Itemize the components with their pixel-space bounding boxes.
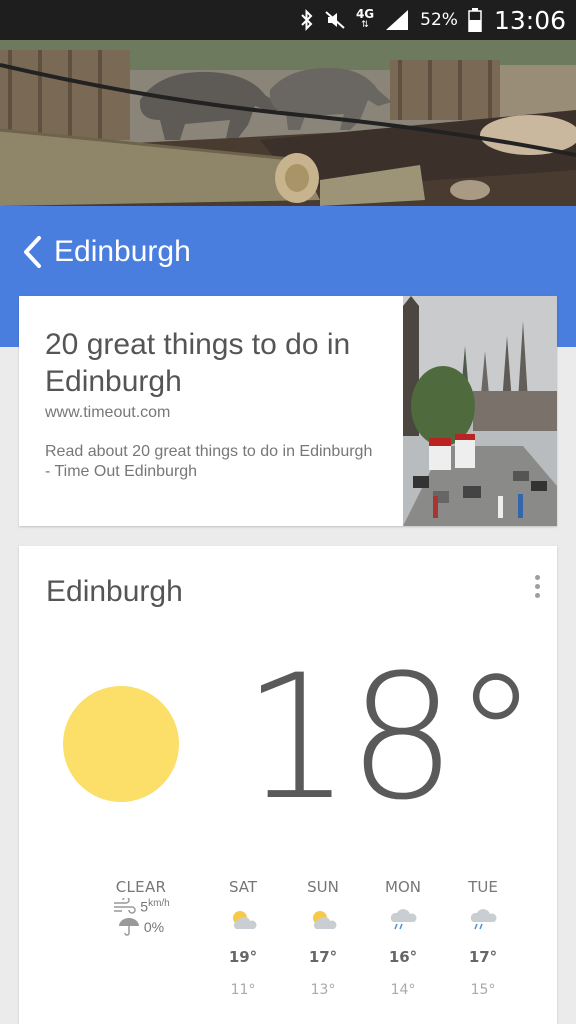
more-dot-icon	[534, 592, 540, 598]
forecast-day: TUE 17° 15°	[453, 878, 513, 998]
current-temperature: 18°	[242, 637, 539, 838]
weather-city: Edinburgh	[46, 575, 183, 608]
forecast-day: SUN 17° 13°	[293, 878, 353, 998]
signal-icon	[384, 9, 410, 31]
more-dot-icon	[534, 583, 540, 589]
clock: 13:06	[493, 5, 566, 35]
article-url: www.timeout.com	[45, 404, 171, 421]
article-description: Read about 20 great things to do in Edin…	[45, 443, 373, 480]
header-photo	[0, 40, 576, 206]
article-card[interactable]: 20 great things to do in Edinburgh www.t…	[19, 296, 557, 526]
precipitation: 0%	[99, 917, 183, 937]
wind-icon	[114, 898, 136, 915]
partly-cloudy-icon	[213, 906, 273, 934]
network-type-icon: 4G ⇅	[355, 7, 375, 30]
condition-label: CLEAR	[115, 878, 167, 896]
article-title[interactable]: 20 great things to do in Edinburgh	[45, 326, 395, 400]
weather-card[interactable]: Edinburgh 18° CLEAR 5km/h 0% SAT 19° 11°…	[19, 546, 557, 1024]
rain-icon	[373, 906, 433, 934]
battery-icon	[468, 8, 482, 32]
current-conditions: CLEAR 5km/h 0%	[99, 878, 183, 937]
article-thumbnail[interactable]	[403, 296, 557, 526]
page-title: Edinburgh	[54, 235, 191, 268]
more-dot-icon	[534, 574, 540, 580]
forecast-day: MON 16° 14°	[373, 878, 433, 998]
back-button[interactable]	[16, 228, 48, 276]
bluetooth-icon	[300, 9, 314, 31]
partly-cloudy-icon	[293, 906, 353, 934]
battery-level: 52%	[420, 10, 458, 30]
umbrella-icon	[118, 917, 139, 936]
rain-icon	[453, 906, 513, 934]
wind-speed: 5km/h	[99, 898, 183, 915]
status-bar: 4G ⇅ 52% 13:06	[0, 0, 576, 40]
forecast-day: SAT 19° 11°	[213, 878, 273, 998]
more-options-button[interactable]	[525, 568, 549, 604]
sun-icon	[63, 686, 179, 802]
mute-icon	[324, 9, 346, 31]
chevron-left-icon	[24, 236, 41, 268]
